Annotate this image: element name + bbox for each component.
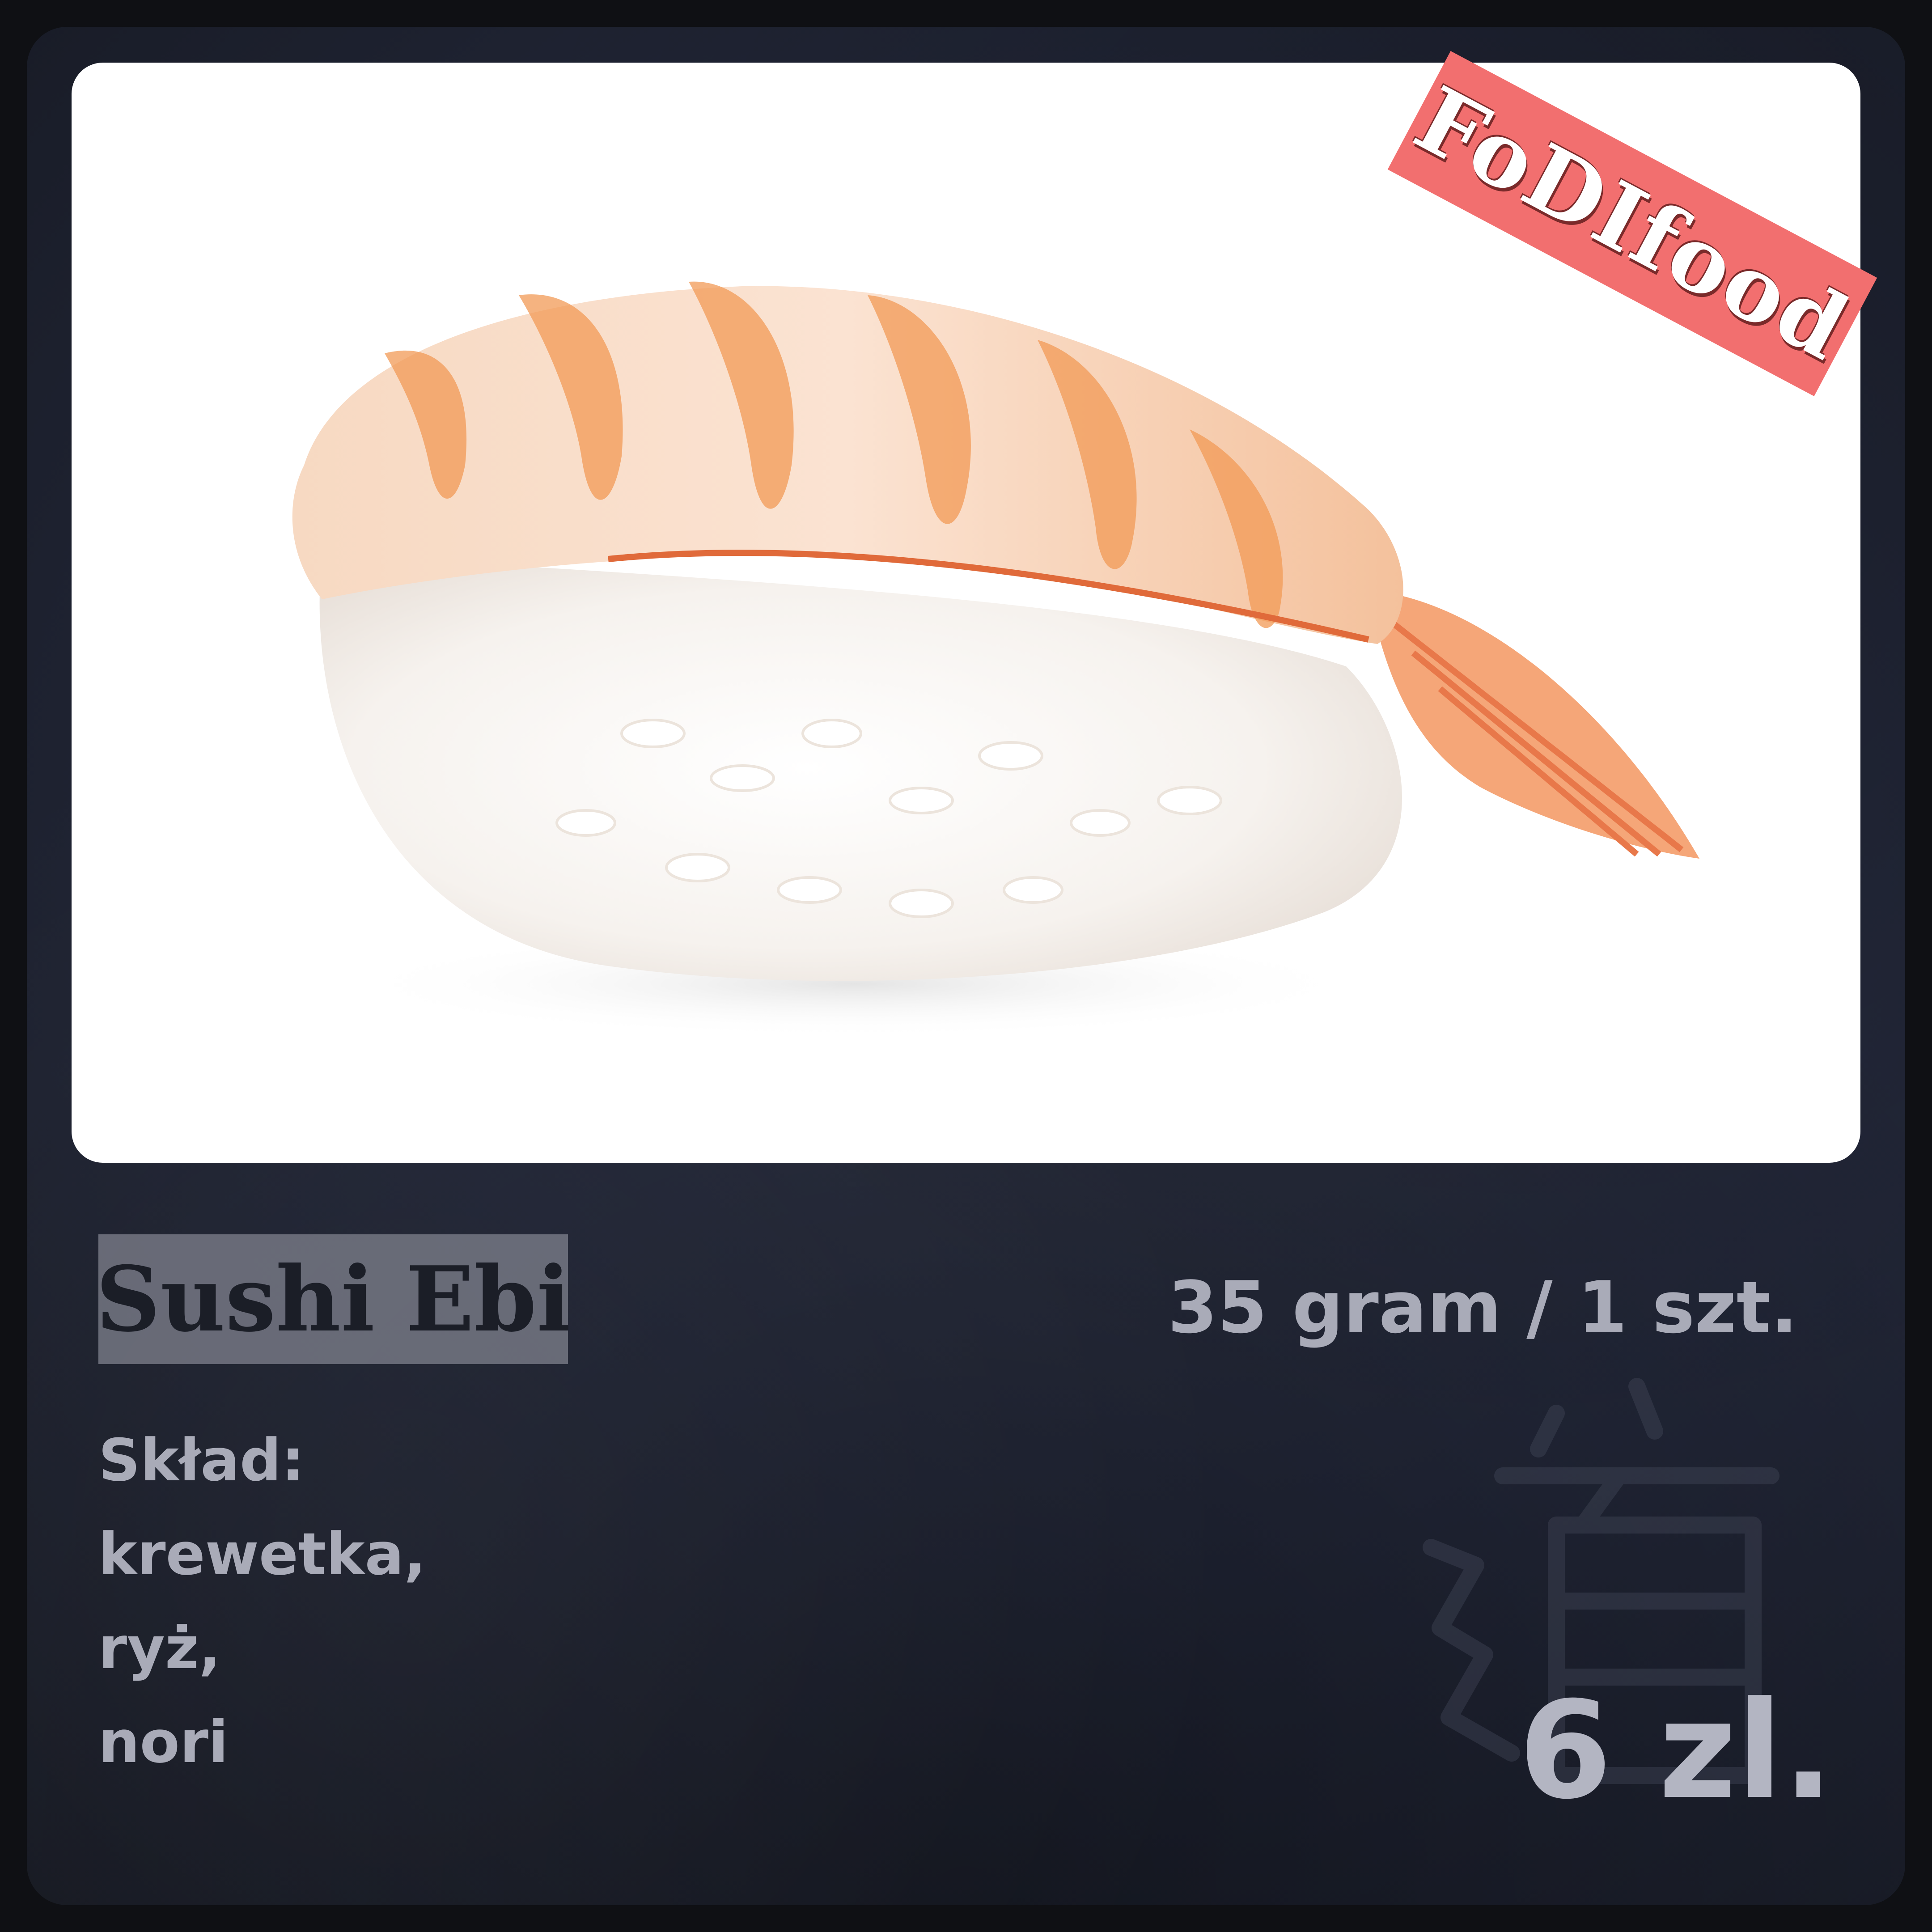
product-title: Sushi Ebi bbox=[96, 1246, 571, 1352]
ingredient-item: nori bbox=[98, 1708, 229, 1776]
composition-label: Skład: bbox=[98, 1426, 305, 1494]
composition-list: Skład: krewetka, ryż, nori bbox=[98, 1413, 426, 1789]
ingredient-item: krewetka, bbox=[98, 1520, 426, 1588]
product-price: 6 zl. bbox=[1518, 1673, 1834, 1829]
product-title-box: Sushi Ebi bbox=[96, 1234, 571, 1364]
menu-card: FoDIfood Sushi Ebi 35 gram / 1 szt. Skła… bbox=[27, 27, 1905, 1905]
product-weight: 35 gram / 1 szt. bbox=[1168, 1266, 1798, 1349]
ingredient-item: ryż, bbox=[98, 1614, 221, 1682]
